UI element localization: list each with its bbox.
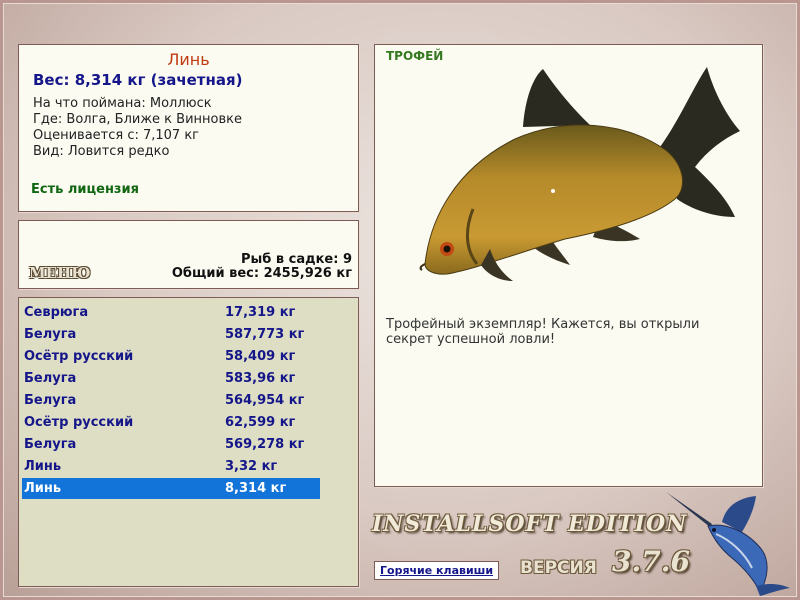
catch-list-item[interactable]: Белуга 564,954 кг xyxy=(22,390,320,411)
rating-detail: Оценивается с: 7,107 кг xyxy=(33,128,200,143)
version-label: ВЕРСИЯ xyxy=(520,558,597,578)
catch-fish-name: Белуга xyxy=(24,393,77,408)
catch-list-item[interactable]: Осётр русский 62,599 кг xyxy=(22,412,320,433)
catch-fish-weight: 569,278 кг xyxy=(225,437,305,452)
catch-list-item[interactable]: Линь 3,32 кг xyxy=(22,456,320,477)
keepnet-count: Рыб в садке: 9 xyxy=(240,252,352,267)
fish-weight: Вес: 8,314 кг (зачетная) xyxy=(33,71,243,89)
catch-list-item[interactable]: Линь 8,314 кг xyxy=(22,478,320,499)
catch-list-item[interactable]: Осётр русский 58,409 кг xyxy=(22,346,320,367)
edition-logo-text: INSTALLSOFT EDITION xyxy=(372,511,688,537)
catch-fish-weight: 17,319 кг xyxy=(225,305,296,320)
catch-list-item[interactable]: Белуга 583,96 кг xyxy=(22,368,320,389)
catch-fish-name: Линь xyxy=(24,459,62,474)
catch-fish-name: Линь xyxy=(24,481,62,496)
catch-fish-name: Осётр русский xyxy=(24,415,134,430)
keepnet-total-weight: Общий вес: 2455,926 кг xyxy=(171,266,352,281)
fish-name: Линь xyxy=(167,50,210,69)
hotkeys-button[interactable]: Горячие клавиши xyxy=(374,561,500,580)
catch-fish-weight: 58,409 кг xyxy=(225,349,296,364)
catch-fish-name: Белуга xyxy=(24,371,77,386)
trophy-panel: ТРОФЕЙ Трофейный экземпляр! Кажется, вы … xyxy=(374,44,763,487)
catch-list-item[interactable]: Белуга 569,278 кг xyxy=(22,434,320,455)
keepnet-panel: МЕНЮ Рыб в садке: 9 Общий вес: 2455,926 … xyxy=(18,220,359,289)
marlin-logo-icon xyxy=(666,492,790,596)
catch-fish-name: Осётр русский xyxy=(24,349,134,364)
catch-fish-weight: 564,954 кг xyxy=(225,393,305,408)
bait-detail: На что поймана: Моллюск xyxy=(33,96,212,111)
rarity-detail: Вид: Ловится редко xyxy=(33,144,170,159)
catch-fish-weight: 62,599 кг xyxy=(225,415,296,430)
catch-fish-weight: 583,96 кг xyxy=(225,371,296,386)
fish-info-panel: Линь Вес: 8,314 кг (зачетная) На что пой… xyxy=(18,44,359,212)
catch-list-item[interactable]: Белуга 587,773 кг xyxy=(22,324,320,345)
catch-fish-weight: 3,32 кг xyxy=(225,459,278,474)
catch-list[interactable]: Севрюга 17,319 кг Белуга 587,773 кг Осётр ру… xyxy=(18,297,359,587)
catch-list-item[interactable]: Севрюга 17,319 кг xyxy=(22,302,320,323)
trophy-description: Трофейный экземпляр! Кажется, вы открыли… xyxy=(386,317,700,347)
catch-fish-name: Белуга xyxy=(24,327,77,342)
license-status: Есть лицензия xyxy=(31,182,139,197)
catch-fish-weight: 587,773 кг xyxy=(225,327,305,342)
catch-fish-name: Севрюга xyxy=(24,305,89,320)
tench-fish-icon xyxy=(419,67,740,281)
location-detail: Где: Волга, Ближе к Винновке xyxy=(33,112,243,127)
catch-fish-weight: 8,314 кг xyxy=(225,481,287,496)
menu-button[interactable]: МЕНЮ xyxy=(29,264,91,282)
catch-fish-name: Белуга xyxy=(24,437,77,452)
